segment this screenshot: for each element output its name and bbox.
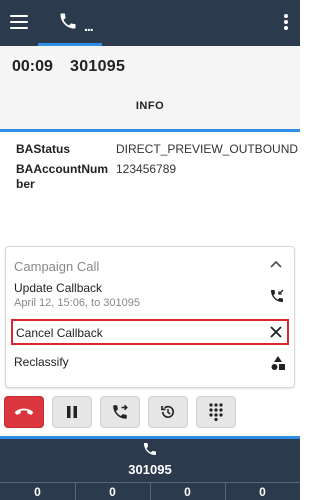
info-key: BAAccountNumber (16, 162, 108, 191)
close-icon (270, 326, 282, 338)
transfer-call-icon (113, 404, 128, 419)
tab-active-call[interactable]: ... (38, 0, 102, 46)
update-callback-label: Update Callback (14, 281, 103, 295)
cancel-callback-button[interactable]: Cancel Callback (11, 319, 289, 345)
phone-icon (60, 13, 76, 29)
pause-icon (67, 406, 77, 418)
app: ... 00:09 301095 INFO BAStatus DIRECT_PR… (0, 0, 300, 500)
transfer-button[interactable] (100, 396, 140, 428)
history-icon (161, 405, 175, 418)
call-number: 301095 (70, 58, 126, 75)
bottom-call-bar: 301095 0 0 0 0 (0, 436, 300, 500)
active-call-number[interactable]: 301095 (0, 462, 300, 477)
callback-icon (271, 289, 284, 302)
update-callback-detail: April 12, 15:06, to 301095 (14, 297, 140, 309)
more-vertical-icon[interactable] (284, 14, 288, 32)
chevron-up-icon[interactable] (270, 259, 282, 269)
hangup-icon (14, 408, 34, 415)
info-key: BAStatus (16, 142, 71, 156)
shapes-icon (271, 356, 285, 370)
reclassify-button[interactable]: Reclassify (11, 355, 289, 375)
counter-4[interactable]: 0 (225, 485, 300, 499)
bottom-accent-line (0, 436, 300, 439)
counter-1[interactable]: 0 (0, 485, 75, 499)
campaign-call-panel: Campaign Call Update Callback April 12, … (5, 246, 295, 388)
update-callback-button[interactable]: Update Callback April 12, 15:06, to 3010… (11, 281, 289, 315)
hangup-button[interactable] (4, 396, 44, 428)
history-button[interactable] (148, 396, 188, 428)
phone-icon[interactable] (142, 441, 158, 457)
reclassify-label: Reclassify (14, 355, 69, 369)
counters-bar: 0 0 0 0 (0, 482, 300, 500)
counter-3[interactable]: 0 (150, 485, 225, 499)
info-value: 123456789 (116, 162, 177, 176)
info-value: DIRECT_PREVIEW_OUTBOUND (116, 142, 299, 156)
dialpad-icon (209, 403, 223, 421)
info-tab-underline (0, 129, 300, 132)
dialpad-button[interactable] (196, 396, 236, 428)
call-timer: 00:09 (12, 58, 53, 75)
counter-2[interactable]: 0 (75, 485, 150, 499)
hamburger-icon[interactable] (10, 15, 28, 29)
top-bar: ... (0, 0, 300, 46)
call-header: 00:09 301095 INFO (0, 46, 300, 132)
tab-info[interactable]: INFO (0, 100, 300, 112)
campaign-title: Campaign Call (14, 259, 100, 274)
call-controls (4, 396, 296, 432)
phone-tab-dots: ... (84, 18, 94, 34)
hold-button[interactable] (52, 396, 92, 428)
cancel-callback-label: Cancel Callback (16, 326, 103, 340)
